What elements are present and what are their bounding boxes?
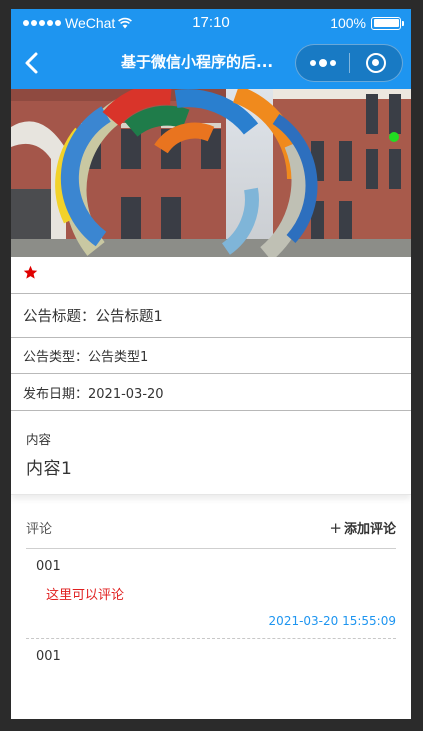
add-comment-button[interactable]: + 添加评论	[329, 518, 396, 538]
content-label: 内容	[26, 432, 52, 447]
close-button[interactable]	[350, 45, 402, 81]
comment-item: 001	[26, 639, 396, 664]
comment-text: 这里可以评论	[46, 588, 125, 603]
battery-percent: 100%	[330, 15, 366, 31]
notice-type-text: 公告类型：公告类型1	[23, 350, 149, 365]
comment-user: 001	[36, 559, 61, 574]
status-right: 100%	[330, 15, 404, 31]
comments-section: 评论 + 添加评论 001 这里可以评论 2021-03-20 15:55:09…	[11, 507, 411, 664]
phone-screen: WeChat 17:10 100% 基于微信小程序的后... 公告标题：公告标题…	[11, 9, 411, 719]
comments-title: 评论	[26, 522, 53, 537]
comment-item: 001 这里可以评论 2021-03-20 15:55:09	[26, 549, 396, 639]
favorite-row	[11, 257, 411, 294]
building-sculpture-photo	[11, 89, 411, 257]
comments-header: 评论 + 添加评论	[26, 507, 396, 549]
notice-title-text: 公告标题：公告标题1	[23, 309, 163, 325]
more-dots-icon	[309, 59, 336, 67]
more-button[interactable]	[296, 45, 349, 81]
comment-time: 2021-03-20 15:55:09	[268, 614, 396, 628]
publish-date-text: 发布日期：2021-03-20	[23, 386, 164, 402]
battery-icon	[371, 16, 404, 30]
notice-type-row: 公告类型：公告类型1	[11, 338, 411, 374]
mini-program-capsule	[295, 44, 403, 82]
star-icon[interactable]	[23, 265, 38, 280]
page-title: 基于微信小程序的后...	[121, 53, 274, 71]
notice-title-row: 公告标题：公告标题1	[11, 294, 411, 338]
banner-image	[11, 89, 411, 257]
content-text: 内容1	[26, 459, 73, 479]
target-circle-icon	[366, 53, 386, 73]
content-block: 内容 内容1	[11, 411, 411, 495]
comment-user: 001	[36, 649, 61, 664]
chevron-left-icon	[25, 52, 38, 74]
publish-date-row: 发布日期：2021-03-20	[11, 374, 411, 411]
plus-icon: +	[329, 518, 342, 537]
back-button[interactable]	[19, 49, 47, 77]
add-comment-label: 添加评论	[343, 522, 396, 537]
nav-bar: 基于微信小程序的后...	[11, 37, 411, 89]
status-bar: WeChat 17:10 100%	[11, 9, 411, 37]
